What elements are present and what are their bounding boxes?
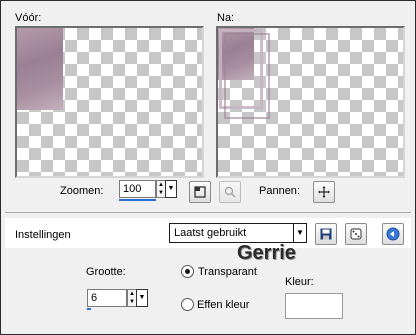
zoom-input[interactable]: 100	[119, 180, 156, 198]
chevron-up-icon[interactable]: ▲	[128, 290, 136, 298]
settings-label: Instellingen	[15, 229, 71, 241]
after-preview[interactable]	[216, 26, 405, 178]
preset-dropdown[interactable]: ▼	[293, 223, 307, 243]
before-label: Vóór:	[15, 12, 42, 24]
before-image	[17, 28, 63, 110]
preset-select[interactable]: Laatst gebruikt	[169, 223, 295, 243]
save-preset-button[interactable]	[315, 223, 337, 245]
size-label: Grootte:	[86, 266, 126, 278]
random-button[interactable]	[345, 223, 367, 245]
reset-button[interactable]	[382, 223, 404, 245]
zoom-progress-bar	[119, 199, 156, 201]
color-swatch[interactable]	[285, 293, 343, 319]
pan-button[interactable]	[313, 181, 335, 203]
dice-icon	[350, 228, 362, 240]
after-label: Na:	[217, 12, 235, 24]
transparent-radio[interactable]	[181, 265, 194, 278]
chevron-down-icon[interactable]: ▼	[157, 189, 165, 197]
watermark-text: Gerrie	[237, 242, 296, 264]
zoom-fit-button[interactable]	[189, 181, 211, 203]
zoom-label: Zoomen:	[60, 185, 104, 197]
size-dropdown[interactable]: ▼	[136, 289, 148, 307]
save-icon	[320, 228, 332, 240]
color-label: Kleur:	[285, 276, 314, 288]
dialog: Vóór: Na: Zoomen: 100 ▲ ▼ ▼ Pannen: Inst…	[0, 0, 416, 335]
chevron-down-icon: ▼	[296, 228, 304, 237]
transparent-label: Transparant	[198, 266, 257, 278]
pan-label: Pannen:	[259, 185, 300, 197]
separator	[5, 212, 411, 213]
reset-arrow-icon	[386, 227, 400, 241]
pan-arrows-icon	[318, 186, 330, 198]
zoom-fit-icon	[194, 186, 206, 198]
solid-color-radio[interactable]	[181, 298, 194, 311]
magnifier-icon	[224, 186, 236, 198]
zoom-dropdown[interactable]: ▼	[165, 180, 177, 198]
chevron-up-icon[interactable]: ▲	[157, 181, 165, 189]
zoom-preview-button[interactable]	[219, 181, 241, 203]
before-preview[interactable]	[15, 26, 204, 178]
solid-color-label: Effen kleur	[197, 299, 250, 311]
chevron-down-icon[interactable]: ▼	[128, 298, 136, 306]
frame-outline-shadow	[224, 33, 270, 119]
size-input[interactable]: 6	[87, 289, 127, 307]
size-progress-bar	[87, 308, 91, 310]
